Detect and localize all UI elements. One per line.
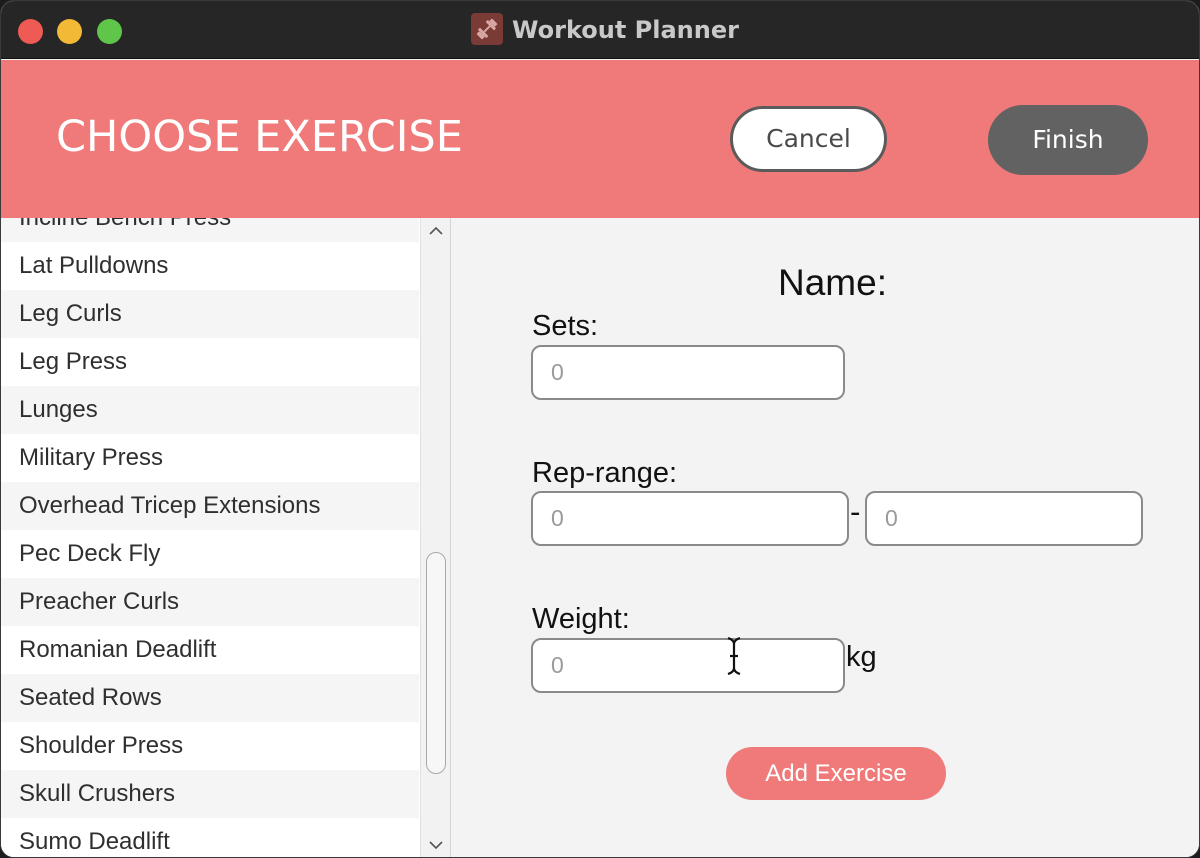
list-item[interactable]: Lat Pulldowns [1, 242, 419, 290]
list-item[interactable]: Skull Crushers [1, 770, 419, 818]
page-header: CHOOSE EXERCISE Cancel Finish [1, 60, 1199, 218]
name-label: Name: [778, 262, 887, 303]
sets-label: Sets: [532, 310, 599, 342]
maximize-window-button[interactable] [97, 19, 122, 44]
list-item[interactable]: Incline Bench Press [1, 218, 419, 242]
list-item[interactable]: Military Press [1, 434, 419, 482]
exercise-form: Name: Sets: 0 Rep-range: 0 - 0 Weight: 0… [452, 218, 1199, 857]
rep-range-label: Rep-range: [532, 457, 678, 489]
scrollbar-thumb[interactable] [426, 552, 446, 774]
rep-range-separator: - [850, 495, 861, 529]
exercise-list: Incline Bench Press Lat Pulldowns Leg Cu… [1, 218, 419, 857]
list-item[interactable]: Seated Rows [1, 674, 419, 722]
app-window: Workout Planner CHOOSE EXERCISE Cancel F… [0, 0, 1200, 858]
list-item[interactable]: Leg Curls [1, 290, 419, 338]
list-item[interactable]: Sumo Deadlift [1, 818, 419, 857]
title-bar[interactable]: Workout Planner [1, 1, 1199, 59]
list-item[interactable]: Lunges [1, 386, 419, 434]
rep-min-input[interactable]: 0 [531, 491, 849, 546]
weight-label: Weight: [532, 603, 630, 635]
sets-input[interactable]: 0 [531, 345, 845, 400]
add-exercise-button[interactable]: Add Exercise [726, 747, 946, 800]
dumbbell-icon [471, 13, 503, 45]
list-item[interactable]: Leg Press [1, 338, 419, 386]
list-item[interactable]: Shoulder Press [1, 722, 419, 770]
finish-button[interactable]: Finish [988, 105, 1148, 175]
minimize-window-button[interactable] [57, 19, 82, 44]
list-item[interactable]: Preacher Curls [1, 578, 419, 626]
rep-max-input[interactable]: 0 [865, 491, 1143, 546]
page-title: CHOOSE EXERCISE [56, 112, 463, 162]
chevron-down-icon[interactable] [427, 836, 445, 854]
exercise-list-pane[interactable]: Incline Bench Press Lat Pulldowns Leg Cu… [1, 218, 451, 857]
weight-input[interactable]: 0 [531, 638, 845, 693]
close-window-button[interactable] [18, 19, 43, 44]
text-cursor-icon [726, 636, 742, 676]
list-scrollbar[interactable] [420, 218, 450, 857]
list-item[interactable]: Romanian Deadlift [1, 626, 419, 674]
window-title: Workout Planner [512, 16, 739, 44]
cancel-button[interactable]: Cancel [730, 106, 887, 172]
list-item[interactable]: Overhead Tricep Extensions [1, 482, 419, 530]
chevron-up-icon[interactable] [427, 222, 445, 240]
list-item[interactable]: Pec Deck Fly [1, 530, 419, 578]
weight-unit-label: kg [846, 641, 877, 673]
